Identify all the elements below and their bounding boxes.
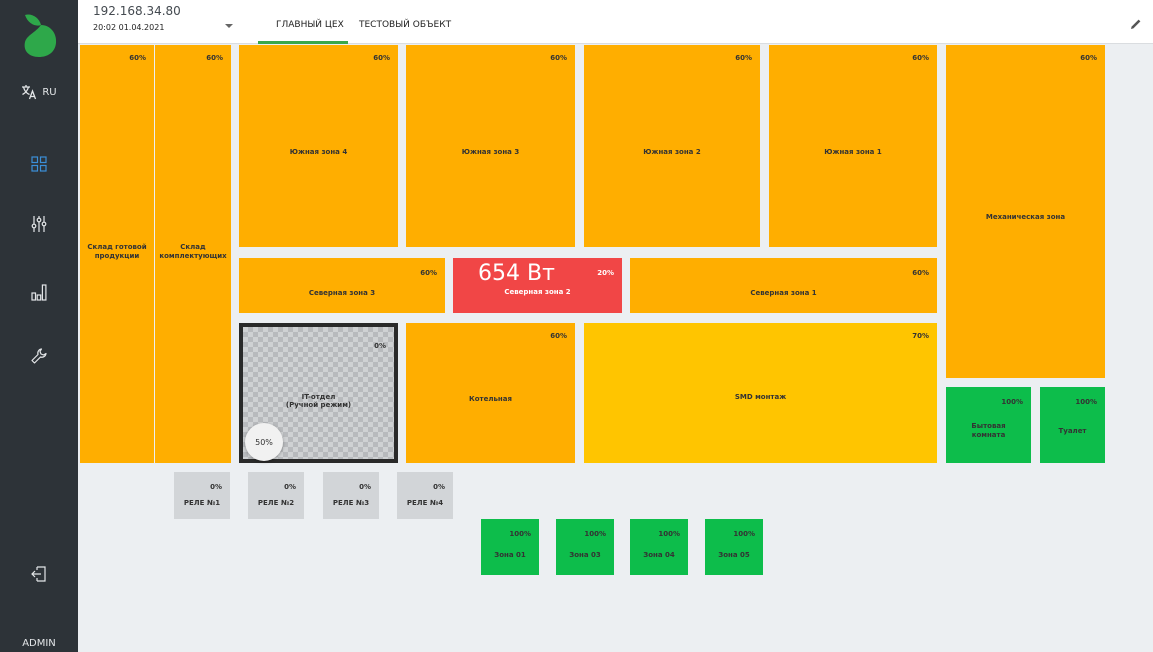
zone-label: Зона 01 [494,551,526,559]
logout-button[interactable] [0,562,78,586]
zone-south-2[interactable]: 60% Южная зона 2 [584,45,760,247]
zone-south-1[interactable]: 60% Южная зона 1 [769,45,937,247]
zone-north-1[interactable]: 60% Северная зона 1 [630,258,937,313]
zone-label: Бытовая [971,422,1006,430]
zone-label: Северная зона 3 [308,289,376,297]
nav-statistics[interactable] [0,280,78,304]
controller-dropdown[interactable] [224,14,234,33]
zone-percent: 100% [733,530,755,538]
zone-percent: 60% [420,269,437,277]
zone-label: SMD монтаж [734,393,787,401]
bar-chart-icon [31,284,47,301]
zone-label: Котельная [469,395,512,403]
zone-north-2[interactable]: 654 Вт 20% Северная зона 2 [453,258,622,313]
grid-icon [31,156,47,172]
zone-north-3[interactable]: 60% Северная зона 3 [239,258,445,313]
zone-components-warehouse[interactable]: 60% Склад комплектующих [155,45,231,463]
zone-label: Склад готовой продукции [87,243,147,260]
zone-utility-room[interactable]: 100% Бытовая комната [946,387,1031,463]
zone-label: Механическая зона [985,213,1066,221]
zone-label: Южная зона 1 [824,148,882,156]
zone-label: Южная зона 3 [461,148,520,156]
zone-label: Зона 03 [569,551,601,559]
zone-percent: 60% [129,54,146,62]
zone-03[interactable]: 100% Зона 03 [556,519,614,575]
zone-label: Северная зона 1 [750,289,817,297]
tab-main-workshop[interactable]: ГЛАВНЫЙ ЦЕХ [276,20,344,30]
pencil-icon [1131,19,1141,29]
power-reading: 654 Вт [478,261,555,286]
active-tab-indicator [258,41,348,44]
edit-button[interactable] [1130,15,1142,34]
nav-service[interactable] [0,344,78,368]
zone-mode-label: (Ручной режим) [285,401,352,409]
zone-percent: 100% [1075,398,1097,406]
zone-percent: 60% [912,54,929,62]
zone-percent: 100% [509,530,531,538]
relay-1[interactable]: 0% РЕЛЕ №1 [174,472,230,519]
zone-label: Зона 05 [718,551,750,559]
relay-percent: 0% [284,483,296,491]
language-switch[interactable]: RU [0,80,78,104]
zone-percent: 60% [912,269,929,277]
logout-icon [31,566,46,582]
zone-label-line2: комната [971,431,1006,439]
zone-percent: 60% [373,54,390,62]
relay-4[interactable]: 0% РЕЛЕ №4 [397,472,453,519]
relay-label: РЕЛЕ №3 [332,499,370,507]
zone-05[interactable]: 100% Зона 05 [705,519,763,575]
zone-boiler-room[interactable]: 60% Котельная [406,323,575,463]
controller-ip: 192.168.34.80 [93,4,181,18]
zone-percent: 0% [374,342,386,350]
zone-percent: 60% [1080,54,1097,62]
relay-percent: 0% [210,483,222,491]
zone-finished-goods-warehouse[interactable]: 60% Склад готовой продукции [80,45,154,463]
zone-label: Южная зона 2 [643,148,701,156]
controller-datetime: 20:02 01.04.2021 [93,23,165,32]
relay-label: РЕЛЕ №2 [257,499,295,507]
nav-dashboard[interactable] [0,152,78,176]
sidebar: RU ADMIN [0,0,78,652]
zone-percent: 60% [550,332,567,340]
zone-toilet[interactable]: 100% Туалет [1040,387,1105,463]
zone-percent: 60% [206,54,223,62]
zone-percent: 70% [912,332,929,340]
zone-smd-assembly[interactable]: 70% SMD монтаж [584,323,937,463]
user-name: ADMIN [22,637,56,649]
nav-settings[interactable] [0,212,78,236]
relay-percent: 0% [433,483,445,491]
zone-label: Склад комплектующих [159,243,227,260]
language-label: RU [42,86,57,98]
zone-percent: 60% [735,54,752,62]
relay-2[interactable]: 0% РЕЛЕ №2 [248,472,304,519]
zone-label: Южная зона 4 [289,148,348,156]
relay-label: РЕЛЕ №1 [183,499,221,507]
zone-percent: 100% [584,530,606,538]
relay-label: РЕЛЕ №4 [406,499,444,507]
zone-label: Туалет [1058,427,1087,435]
sliders-icon [31,216,47,232]
zone-label: Зона 04 [643,551,675,559]
wrench-icon [31,348,47,364]
zone-percent: 20% [597,269,614,277]
pear-logo[interactable] [0,10,78,60]
zone-south-3[interactable]: 60% Южная зона 3 [406,45,575,247]
translate-icon [22,85,37,100]
manual-level-knob[interactable]: 50% [245,423,283,461]
relay-3[interactable]: 0% РЕЛЕ №3 [323,472,379,519]
tab-test-object[interactable]: ТЕСТОВЫЙ ОБЪЕКТ [359,20,451,30]
zone-label: Северная зона 2 [504,288,571,296]
relay-percent: 0% [359,483,371,491]
zone-south-4[interactable]: 60% Южная зона 4 [239,45,398,247]
zone-percent: 60% [550,54,567,62]
zone-04[interactable]: 100% Зона 04 [630,519,688,575]
zone-it-department[interactable]: 0% IT-отдел (Ручной режим) 50% [239,323,398,463]
zone-percent: 100% [1001,398,1023,406]
zone-01[interactable]: 100% Зона 01 [481,519,539,575]
caret-down-icon [225,24,233,28]
topbar: 192.168.34.80 20:02 01.04.2021 ГЛАВНЫЙ Ц… [78,0,1153,44]
zone-percent: 100% [658,530,680,538]
zone-mechanical[interactable]: 60% Механическая зона [946,45,1105,378]
